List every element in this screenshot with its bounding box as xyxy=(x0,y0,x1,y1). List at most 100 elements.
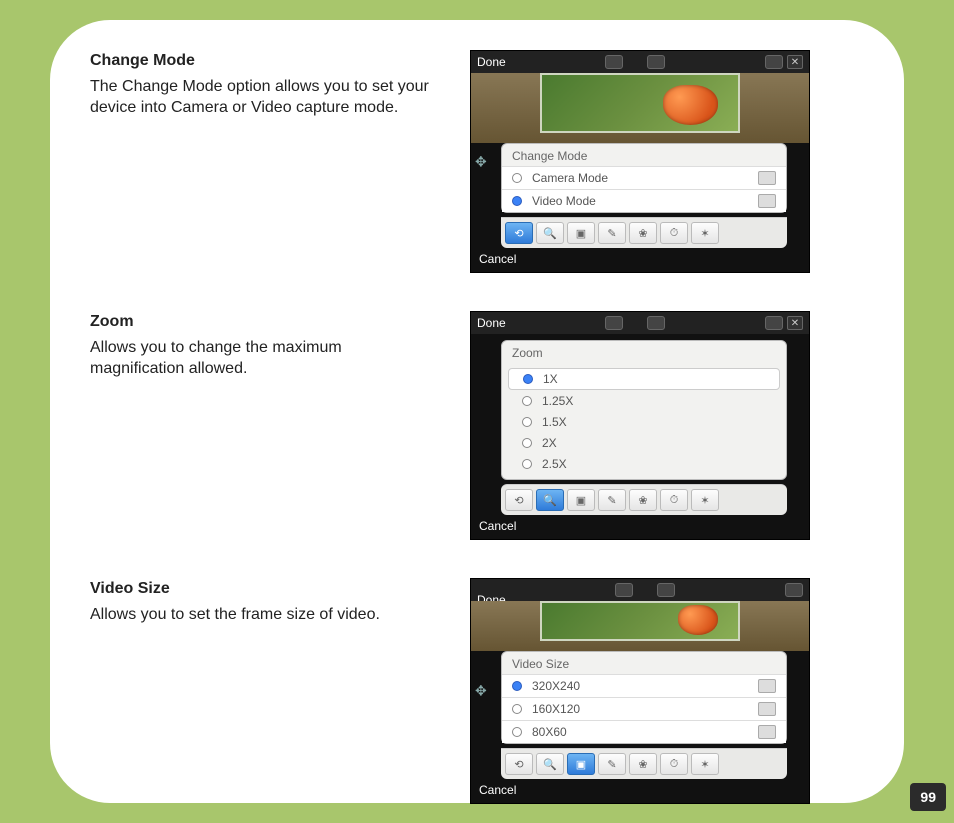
tool-zoom-icon[interactable]: 🔍 xyxy=(536,489,564,511)
video-icon xyxy=(647,55,665,69)
option-video-mode[interactable]: Video Mode xyxy=(502,189,786,212)
zoom-panel: Zoom 1X 1.25X 1.5X 2X 2.5X xyxy=(501,340,787,480)
section-zoom: Zoom Allows you to change the maximum ma… xyxy=(90,311,864,540)
topbar-icons xyxy=(516,583,775,597)
done-label[interactable]: Done xyxy=(477,55,506,69)
signal-icon xyxy=(765,316,783,330)
change-mode-desc: The Change Mode option allows you to set… xyxy=(90,76,440,119)
shot1-bottombar: Cancel xyxy=(471,248,809,272)
topbar-right: ✕ xyxy=(765,55,803,69)
shot3-topbar: Done xyxy=(471,579,809,601)
tool-timer-icon[interactable]: ⏱ xyxy=(660,489,688,511)
zoom-options-list: 1X 1.25X 1.5X 2X 2.5X xyxy=(502,363,786,479)
zoom-option-1-25x[interactable]: 1.25X xyxy=(508,391,780,411)
panel-title: Zoom xyxy=(502,341,786,363)
tool-size-icon[interactable]: ▣ xyxy=(567,222,595,244)
zoom-text: Zoom Allows you to change the maximum ma… xyxy=(90,311,440,380)
camera-icon xyxy=(605,55,623,69)
tool-wb-icon[interactable]: ❀ xyxy=(629,753,657,775)
preview-area: 66:49 xyxy=(471,73,809,143)
video-size-desc: Allows you to set the frame size of vide… xyxy=(90,604,440,626)
panel-title: Video Size xyxy=(502,652,786,674)
camera-icon xyxy=(605,316,623,330)
radio-icon xyxy=(523,374,533,384)
screenshot-video-size: Done 46:37 xyxy=(470,578,810,804)
fruit-illustration xyxy=(678,605,718,635)
radio-icon xyxy=(522,396,532,406)
video-size-shot-col: Done 46:37 xyxy=(470,578,864,804)
size-icon xyxy=(758,725,776,739)
shot2-topbar: Done ✕ xyxy=(471,312,809,334)
tool-settings-icon[interactable]: ✶ xyxy=(691,753,719,775)
zoom-title: Zoom xyxy=(90,311,440,333)
tool-settings-icon[interactable]: ✶ xyxy=(691,489,719,511)
video-icon xyxy=(647,316,665,330)
done-label[interactable]: Done xyxy=(477,316,506,330)
radio-icon xyxy=(522,459,532,469)
tool-mode-icon[interactable]: ⟲ xyxy=(505,753,533,775)
tool-brightness-icon[interactable]: ✎ xyxy=(598,222,626,244)
tool-brightness-icon[interactable]: ✎ xyxy=(598,753,626,775)
panel-title: Change Mode xyxy=(502,144,786,166)
option-160x120[interactable]: 160X120 xyxy=(502,697,786,720)
toolbar: ⟲ 🔍 ▣ ✎ ❀ ⏱ ✶ xyxy=(501,217,787,248)
change-mode-panel: Change Mode Camera Mode Video Mode xyxy=(501,143,787,213)
close-icon[interactable]: ✕ xyxy=(787,55,803,69)
camera-icon xyxy=(615,583,633,597)
zoom-option-2-5x[interactable]: 2.5X xyxy=(508,454,780,474)
tool-mode-icon[interactable]: ⟲ xyxy=(505,489,533,511)
page-number: 99 xyxy=(920,789,936,805)
tool-size-icon[interactable]: ▣ xyxy=(567,489,595,511)
dpad-icon: ✥ xyxy=(475,153,487,170)
tool-zoom-icon[interactable]: 🔍 xyxy=(536,753,564,775)
camera-small-icon xyxy=(758,171,776,185)
preview-thumbnail xyxy=(540,73,740,133)
option-label: 1.25X xyxy=(542,394,573,408)
cancel-label[interactable]: Cancel xyxy=(479,252,516,266)
zoom-option-2x[interactable]: 2X xyxy=(508,433,780,453)
tool-wb-icon[interactable]: ❀ xyxy=(629,222,657,244)
tool-settings-icon[interactable]: ✶ xyxy=(691,222,719,244)
tool-timer-icon[interactable]: ⏱ xyxy=(660,753,688,775)
radio-icon xyxy=(512,681,522,691)
zoom-option-1-5x[interactable]: 1.5X xyxy=(508,412,780,432)
tool-wb-icon[interactable]: ❀ xyxy=(629,489,657,511)
content-column: Change Mode The Change Mode option allow… xyxy=(90,50,864,804)
change-mode-text: Change Mode The Change Mode option allow… xyxy=(90,50,440,119)
option-label: 2X xyxy=(542,436,557,450)
shot3-bottombar: Cancel xyxy=(471,779,809,803)
radio-icon xyxy=(522,438,532,448)
cancel-label[interactable]: Cancel xyxy=(479,783,516,797)
radio-icon xyxy=(512,727,522,737)
tool-size-icon[interactable]: ▣ xyxy=(567,753,595,775)
tool-timer-icon[interactable]: ⏱ xyxy=(660,222,688,244)
topbar-right: ✕ xyxy=(765,316,803,330)
option-camera-mode[interactable]: Camera Mode xyxy=(502,166,786,189)
option-320x240[interactable]: 320X240 xyxy=(502,674,786,697)
toolbar: ⟲ 🔍 ▣ ✎ ❀ ⏱ ✶ xyxy=(501,748,787,779)
video-icon xyxy=(657,583,675,597)
option-label: 2.5X xyxy=(542,457,567,471)
option-80x60[interactable]: 80X60 xyxy=(502,720,786,743)
fruit-illustration xyxy=(663,85,718,125)
zoom-option-1x[interactable]: 1X xyxy=(508,368,780,390)
option-label: 320X240 xyxy=(532,679,580,693)
preview-area: 46:37 xyxy=(471,601,809,651)
size-icon xyxy=(758,679,776,693)
video-size-title: Video Size xyxy=(90,578,440,600)
manual-page-card: Change Mode The Change Mode option allow… xyxy=(50,20,904,803)
tool-brightness-icon[interactable]: ✎ xyxy=(598,489,626,511)
video-size-text: Video Size Allows you to set the frame s… xyxy=(90,578,440,625)
option-label: 1.5X xyxy=(542,415,567,429)
radio-icon xyxy=(522,417,532,427)
tool-mode-icon[interactable]: ⟲ xyxy=(505,222,533,244)
cancel-label[interactable]: Cancel xyxy=(479,519,516,533)
topbar-right xyxy=(785,583,803,597)
close-icon[interactable]: ✕ xyxy=(787,316,803,330)
section-change-mode: Change Mode The Change Mode option allow… xyxy=(90,50,864,273)
toolbar: ⟲ 🔍 ▣ ✎ ❀ ⏱ ✶ xyxy=(501,484,787,515)
tool-zoom-icon[interactable]: 🔍 xyxy=(536,222,564,244)
shot1-topbar: Done ✕ xyxy=(471,51,809,73)
change-mode-title: Change Mode xyxy=(90,50,440,72)
radio-icon xyxy=(512,704,522,714)
